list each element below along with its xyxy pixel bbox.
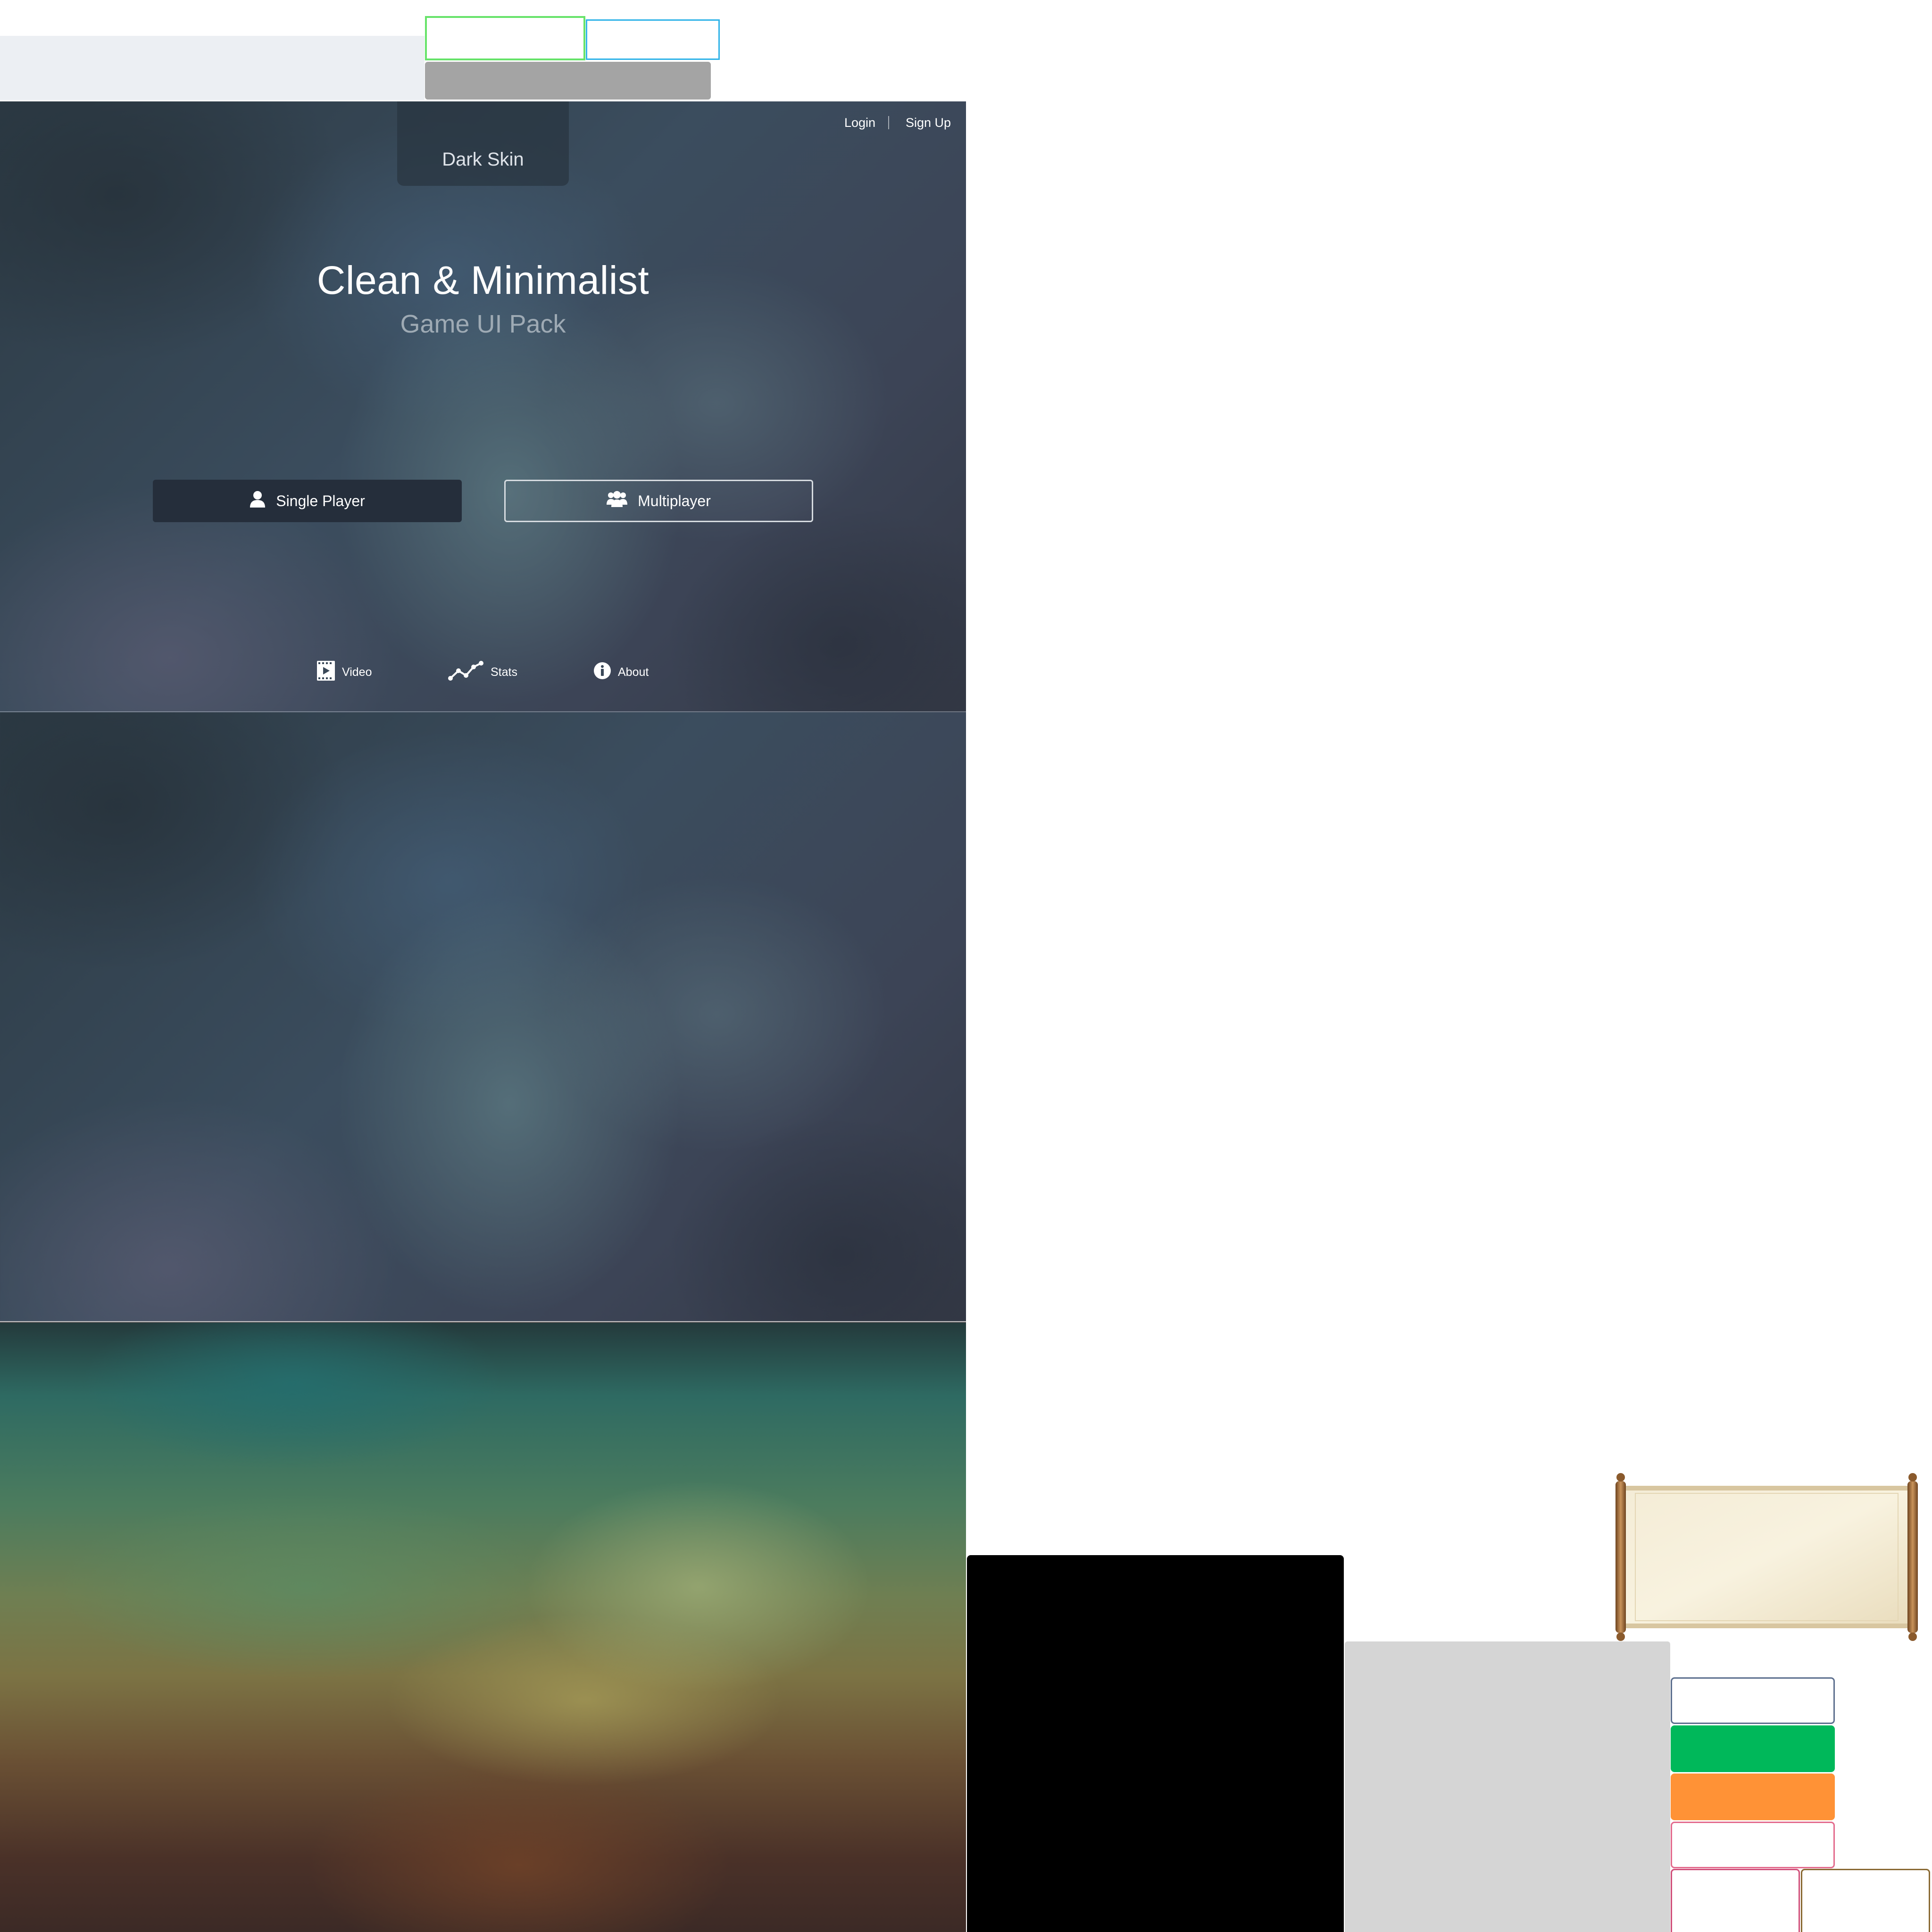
stats-link[interactable]: Stats bbox=[448, 660, 517, 684]
small-pink-outline-slot bbox=[1671, 1869, 1800, 1932]
green-outline-frame bbox=[425, 16, 585, 60]
blue-outline-slot bbox=[1671, 1677, 1835, 1724]
warm-blurred-background bbox=[0, 1322, 966, 1932]
multiplayer-button[interactable]: Multiplayer bbox=[504, 480, 813, 522]
small-brown-outline-slot bbox=[1801, 1869, 1930, 1932]
pink-outline-slot bbox=[1671, 1822, 1835, 1868]
gray-panel bbox=[1345, 1641, 1670, 1932]
cyan-outline-frame bbox=[586, 19, 720, 60]
film-play-icon bbox=[316, 660, 335, 684]
black-panel bbox=[967, 1555, 1344, 1932]
skin-tab[interactable] bbox=[397, 101, 569, 186]
login-link[interactable]: Login bbox=[844, 116, 875, 130]
light-gray-strip bbox=[0, 36, 425, 100]
green-slot bbox=[1671, 1725, 1835, 1772]
main-menu-background bbox=[0, 101, 966, 711]
orange-slot bbox=[1671, 1774, 1835, 1820]
video-link[interactable]: Video bbox=[316, 660, 372, 684]
parchment-scroll bbox=[1612, 1472, 1922, 1642]
single-player-button[interactable]: Single Player bbox=[153, 480, 462, 522]
link-divider bbox=[888, 116, 889, 129]
single-player-label: Single Player bbox=[276, 492, 365, 509]
multiplayer-label: Multiplayer bbox=[638, 492, 711, 509]
game-subtitle: Game UI Pack bbox=[400, 310, 566, 338]
signup-link[interactable]: Sign Up bbox=[906, 116, 951, 130]
stats-label: Stats bbox=[491, 665, 517, 679]
dark-blurred-background bbox=[0, 711, 966, 1321]
info-icon bbox=[593, 662, 611, 683]
gray-bar bbox=[425, 62, 711, 100]
users-icon bbox=[607, 491, 628, 511]
video-label: Video bbox=[342, 665, 372, 679]
about-label: About bbox=[618, 665, 649, 679]
about-link[interactable]: About bbox=[593, 661, 649, 683]
user-icon bbox=[250, 490, 266, 512]
skin-tab-label: Dark Skin bbox=[442, 149, 524, 170]
game-title: Clean & Minimalist bbox=[316, 258, 650, 302]
line-graph-icon bbox=[448, 660, 484, 684]
